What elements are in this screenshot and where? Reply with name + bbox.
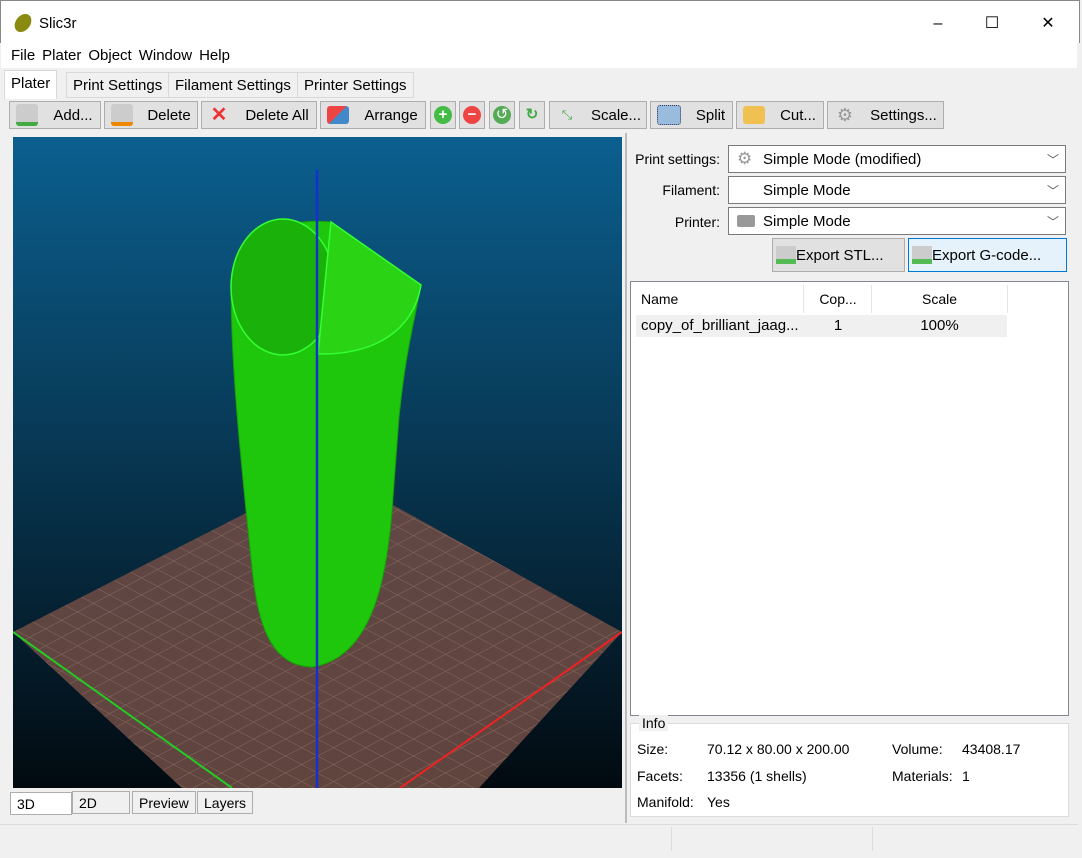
arrange-icon (327, 106, 349, 124)
object-copies: 1 (833, 317, 843, 334)
menu-help[interactable]: Help (199, 42, 237, 64)
export-icon (912, 246, 932, 264)
title-bar: Slic3r – ☐ ✕ (0, 0, 1080, 43)
printer-label: Printer: (674, 214, 720, 230)
scale-button[interactable]: ⤡ Scale... (549, 101, 647, 129)
object-name: copy_of_brilliant_jaag... (641, 317, 799, 334)
scale-icon: ⤡ (561, 107, 573, 122)
tab-printer-settings[interactable]: Printer Settings (297, 72, 414, 98)
cut-button[interactable]: Cut... (736, 101, 824, 129)
printer-icon (737, 215, 755, 227)
delete-all-button[interactable]: ✕ Delete All (201, 101, 317, 129)
chevron-down-icon: ﹀ (1046, 214, 1059, 229)
add-button[interactable]: Add... (9, 101, 101, 129)
tab-plater[interactable]: Plater (4, 70, 58, 99)
printer-select[interactable]: Simple Mode ﹀ (728, 207, 1066, 235)
cut-box-icon (743, 106, 765, 124)
3d-scene (13, 170, 622, 788)
rotate-right-button[interactable]: ↻ (519, 101, 545, 129)
manifold-value: Yes (707, 794, 730, 810)
materials-value: 1 (962, 768, 970, 784)
view-tab-preview[interactable]: Preview (132, 791, 196, 814)
delete-object-icon (111, 104, 133, 126)
manifold-label: Manifold: (637, 794, 694, 810)
plus-icon: + (434, 106, 452, 124)
column-header-scale[interactable]: Scale (872, 285, 1008, 313)
rotate-left-icon: ↺ (493, 106, 511, 124)
view-tab-3d[interactable]: 3D (10, 792, 72, 815)
rotate-right-icon: ↻ (525, 106, 539, 123)
export-icon (776, 246, 796, 264)
3d-viewport[interactable] (13, 137, 622, 788)
filament-select[interactable]: Simple Mode ﹀ (728, 176, 1066, 204)
export-gcode-button[interactable]: Export G-code... (908, 238, 1067, 272)
menu-plater[interactable]: Plater (42, 42, 88, 64)
x-icon: ✕ (210, 104, 228, 126)
close-button[interactable]: ✕ (1025, 9, 1071, 39)
minimize-button[interactable]: – (915, 9, 961, 39)
gear-icon: ⚙ (737, 149, 753, 168)
rotate-left-button[interactable]: ↺ (489, 101, 515, 129)
info-panel: Info Size: 70.12 x 80.00 x 200.00 Volume… (630, 715, 1069, 817)
menu-object[interactable]: Object (88, 42, 138, 64)
facets-label: Facets: (637, 768, 683, 784)
materials-label: Materials: (892, 768, 953, 784)
object-scale: 100% (920, 317, 959, 334)
status-divider (872, 827, 873, 851)
table-row[interactable]: copy_of_brilliant_jaag... 1 100% (636, 315, 1007, 337)
menu-window[interactable]: Window (139, 42, 199, 64)
column-header-name[interactable]: Name (631, 285, 804, 313)
facets-value: 13356 (1 shells) (707, 768, 807, 784)
column-header-copies[interactable]: Cop... (805, 285, 872, 313)
settings-button[interactable]: ⚙ Settings... (827, 101, 944, 129)
slic3r-logo-icon (12, 14, 34, 32)
split-button[interactable]: Split (650, 101, 733, 129)
view-tab-2d[interactable]: 2D (72, 791, 130, 814)
view-tab-layers[interactable]: Layers (197, 791, 254, 814)
menu-file[interactable]: File (1, 42, 42, 64)
object-list[interactable]: Name Cop... Scale copy_of_brilliant_jaag… (630, 281, 1069, 716)
volume-label: Volume: (892, 741, 943, 757)
chevron-down-icon: ﹀ (1046, 183, 1059, 198)
gear-icon: ⚙ (836, 105, 854, 125)
tab-print-settings[interactable]: Print Settings (66, 72, 170, 98)
delete-button[interactable]: Delete (104, 101, 198, 129)
maximize-button[interactable]: ☐ (969, 9, 1015, 39)
increase-copies-button[interactable]: + (430, 101, 456, 129)
volume-value: 43408.17 (962, 741, 1021, 757)
splitter[interactable] (625, 133, 627, 823)
print-settings-label: Print settings: (635, 151, 720, 167)
chevron-down-icon: ﹀ (1046, 152, 1059, 167)
export-stl-button[interactable]: Export STL... (772, 238, 905, 272)
blank-icon (737, 182, 755, 198)
menu-bar: File Plater Object Window Help (1, 42, 1077, 68)
filament-label: Filament: (662, 182, 720, 198)
tab-filament-settings[interactable]: Filament Settings (168, 72, 298, 98)
status-divider (671, 827, 672, 851)
decrease-copies-button[interactable]: − (459, 101, 485, 129)
window-title: Slic3r (39, 15, 77, 32)
info-title: Info (639, 715, 669, 731)
print-settings-select[interactable]: ⚙ Simple Mode (modified) ﹀ (728, 145, 1066, 173)
add-object-icon (16, 104, 38, 126)
split-icon (657, 105, 681, 125)
size-value: 70.12 x 80.00 x 200.00 (707, 741, 850, 757)
size-label: Size: (637, 741, 669, 757)
arrange-button[interactable]: Arrange (320, 101, 426, 129)
minus-icon: − (463, 106, 481, 124)
status-bar (0, 824, 1078, 853)
